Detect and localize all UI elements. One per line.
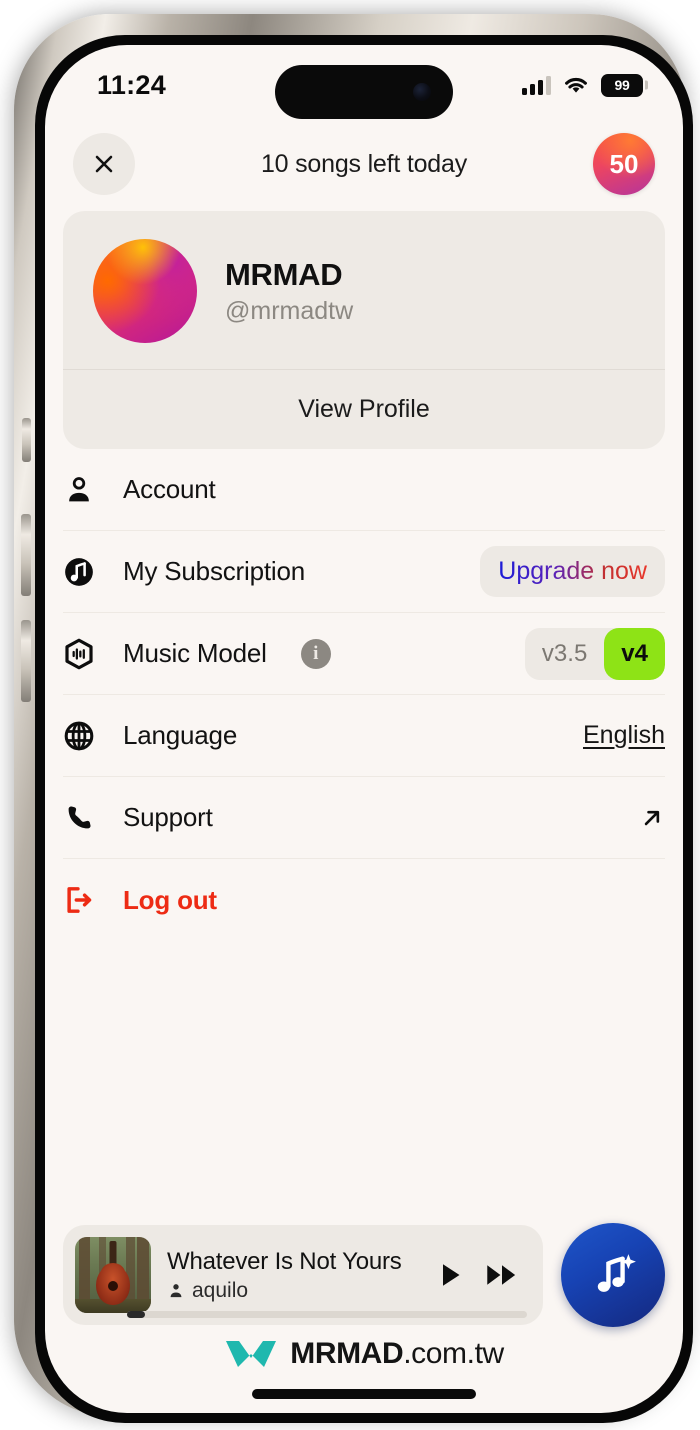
- player-artist-name: aquilo: [192, 1278, 249, 1302]
- player-artist-row: aquilo: [167, 1279, 419, 1303]
- volume-down-button[interactable]: [21, 620, 31, 702]
- music-model-option-v4[interactable]: v4: [604, 627, 665, 680]
- globe-icon: [63, 720, 101, 752]
- menu-item-music-model[interactable]: Music Model i v3.5 v4: [63, 613, 665, 695]
- music-model-option-v35[interactable]: v3.5: [525, 628, 604, 680]
- menu-item-support[interactable]: Support: [63, 777, 665, 859]
- music-note-circle-icon: [63, 556, 101, 588]
- menu-item-my-subscription[interactable]: My Subscription Upgrade now: [63, 531, 665, 613]
- bottom-player-area: Whatever Is Not Yours aquilo: [45, 1223, 683, 1327]
- view-profile-button[interactable]: View Profile: [63, 370, 665, 449]
- songs-left-label: 10 songs left today: [260, 149, 468, 178]
- language-value[interactable]: English: [583, 721, 665, 750]
- close-icon: [95, 155, 113, 173]
- watermark-text: MRMAD.com.tw: [290, 1337, 504, 1371]
- app-top-bar: 10 songs left today 50: [45, 119, 683, 205]
- front-camera-icon: [413, 83, 431, 101]
- menu-label-music-model: Music Model: [123, 638, 267, 668]
- player-progress-bar[interactable]: [127, 1311, 527, 1318]
- phone-frame: 11:24 99 10 songs left today 50 MRMAD @m…: [14, 14, 693, 1423]
- fast-forward-icon[interactable]: [485, 1260, 519, 1290]
- person-small-icon: [170, 1283, 182, 1297]
- menu-label-my-subscription: My Subscription: [123, 556, 305, 586]
- upgrade-now-label: Upgrade now: [498, 557, 647, 585]
- create-music-button[interactable]: [561, 1223, 665, 1327]
- upgrade-now-button[interactable]: Upgrade now: [480, 546, 665, 597]
- profile-text: MRMAD @mrmadtw: [225, 257, 353, 326]
- person-icon: [63, 474, 101, 506]
- menu-label-support: Support: [123, 802, 213, 832]
- info-icon[interactable]: i: [300, 638, 331, 669]
- player-progress-fill: [127, 1311, 145, 1318]
- menu-item-log-out[interactable]: Log out: [63, 859, 665, 941]
- status-time: 11:24: [97, 69, 167, 100]
- screenshot-stage: 11:24 99 10 songs left today 50 MRMAD @m…: [0, 0, 700, 1430]
- cellular-signal-icon: [522, 75, 551, 95]
- player-controls: [435, 1260, 525, 1290]
- menu-label-language: Language: [123, 720, 238, 750]
- dynamic-island: [275, 65, 453, 119]
- volume-up-button[interactable]: [21, 514, 31, 596]
- external-link-arrow-icon[interactable]: [639, 805, 665, 831]
- album-art-guitar-forest: [75, 1237, 151, 1313]
- menu-item-language[interactable]: Language English: [63, 695, 665, 777]
- music-model-segmented-control[interactable]: v3.5 v4: [524, 627, 665, 680]
- status-indicators: 99: [522, 73, 643, 97]
- battery-icon: 99: [601, 73, 643, 97]
- menu-item-account[interactable]: Account: [63, 449, 665, 531]
- create-music-sparkle-icon: [597, 1254, 636, 1292]
- settings-menu: Account My Subscription Upgrade now Musi…: [63, 449, 665, 941]
- player-track-title: Whatever Is Not Yours: [167, 1247, 402, 1275]
- menu-label-account: Account: [123, 474, 216, 504]
- profile-card: MRMAD @mrmadtw View Profile: [63, 211, 665, 449]
- battery-level: 99: [614, 77, 630, 93]
- credits-badge[interactable]: 50: [592, 133, 655, 195]
- profile-display-name: MRMAD: [225, 256, 343, 292]
- watermark-suffix: .com.tw: [403, 1337, 504, 1370]
- logout-icon: [63, 884, 101, 916]
- watermark: MRMAD.com.tw: [45, 1337, 683, 1371]
- menu-label-log-out: Log out: [123, 884, 217, 915]
- player-metadata: Whatever Is Not Yours aquilo: [167, 1248, 419, 1303]
- music-model-hexagon-icon: [63, 638, 101, 670]
- profile-summary: MRMAD @mrmadtw: [63, 211, 665, 369]
- avatar[interactable]: [93, 239, 197, 343]
- profile-handle: @mrmadtw: [225, 296, 354, 325]
- status-bar: 11:24 99: [45, 45, 683, 119]
- mini-player[interactable]: Whatever Is Not Yours aquilo: [63, 1225, 543, 1325]
- home-indicator[interactable]: [252, 1389, 476, 1399]
- close-button[interactable]: [73, 133, 135, 195]
- mrmad-logo-icon: [226, 1341, 277, 1367]
- phone-screen: 11:24 99 10 songs left today 50 MRMAD @m…: [45, 45, 683, 1413]
- wifi-icon: [565, 77, 587, 93]
- play-icon[interactable]: [435, 1260, 465, 1290]
- phone-icon: [63, 802, 101, 834]
- watermark-brand: MRMAD: [290, 1337, 404, 1370]
- silent-switch-button[interactable]: [22, 418, 31, 462]
